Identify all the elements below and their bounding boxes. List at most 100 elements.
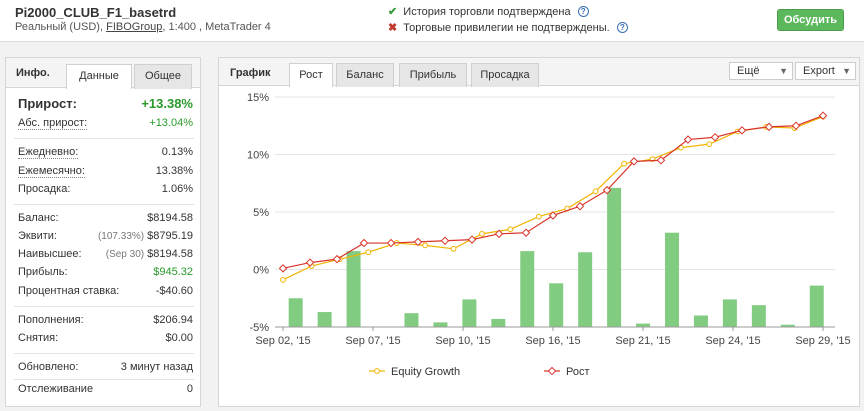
- data-bar: [607, 187, 622, 327]
- line-series: [278, 111, 828, 283]
- tab-data[interactable]: Данные: [66, 64, 132, 89]
- data-bar: [636, 323, 651, 327]
- interest-label: Процентная ставка:: [18, 285, 120, 297]
- series-line: [282, 115, 824, 281]
- data-point: [280, 276, 286, 283]
- profit-label: Прибыль:: [18, 266, 68, 278]
- help-icon[interactable]: ?: [616, 22, 628, 33]
- legend-label: Equity Growth: [391, 366, 460, 378]
- drawdown-row: Просадка: 1.06%: [18, 183, 193, 197]
- y-tick-label: 15%: [247, 92, 269, 104]
- withdrawals-label: Снятия:: [18, 332, 59, 344]
- legend-label: Рост: [566, 366, 590, 378]
- profit-value: $945.32: [153, 266, 193, 278]
- chart-panel: График Рост Баланс Прибыль Просадка Ещё …: [218, 57, 860, 407]
- chart-legend: Equity Growth Рост: [369, 366, 590, 378]
- deposits-value: $206.94: [153, 314, 193, 326]
- divider: [14, 306, 194, 307]
- data-bar: [693, 315, 708, 327]
- data-point: [479, 230, 485, 237]
- daily-label[interactable]: Ежедневно:: [18, 146, 79, 159]
- gain-value: +13.38%: [141, 96, 193, 111]
- divider: [14, 204, 194, 205]
- more-dropdown-label: Ещё: [737, 65, 760, 77]
- withdrawals-value: $0.00: [165, 332, 193, 344]
- export-dropdown-label: Export: [803, 65, 835, 77]
- drawdown-label: Просадка:: [18, 183, 71, 195]
- chevron-down-icon: ▼: [779, 66, 788, 76]
- tab-drawdown[interactable]: Просадка: [471, 63, 539, 87]
- tracking-row: Отслеживание 0: [18, 383, 193, 397]
- tab-profit[interactable]: Прибыль: [399, 63, 467, 87]
- more-dropdown[interactable]: Ещё ▼: [729, 62, 793, 80]
- x-tick-label: Sep 29, '15: [795, 335, 850, 347]
- tab-growth[interactable]: Рост: [289, 63, 333, 87]
- data-bar: [317, 312, 332, 327]
- data-point: [359, 238, 369, 248]
- data-bar: [520, 251, 535, 327]
- y-axis-labels: 15% 10% 5% 0% -5%: [247, 92, 269, 334]
- updated-label: Обновлено:: [18, 361, 79, 373]
- gain-label: Прирост:: [18, 96, 77, 111]
- updated-row: Обновлено: 3 минут назад: [18, 361, 193, 375]
- account-type: Реальный (USD),: [15, 21, 104, 33]
- balance-value: $8194.58: [147, 212, 193, 224]
- chevron-down-icon: ▼: [842, 66, 851, 76]
- gain-row: Прирост: +13.38%: [18, 96, 193, 111]
- data-point: [422, 242, 429, 249]
- data-point: [710, 133, 720, 142]
- deposits-row: Пополнения: $206.94: [18, 314, 193, 328]
- account-header: Pi2000_CLUB_F1_basetrd Реальный (USD), F…: [0, 0, 864, 42]
- abs-gain-label[interactable]: Абс. прирост:: [18, 117, 88, 130]
- highest-row: Наивысшее: (Sep 30) $8194.58: [18, 248, 193, 262]
- info-panel: Инфо. Данные Общее Прирост: +13.38% Абс.…: [5, 57, 201, 407]
- legend-marker: [547, 366, 557, 376]
- privileges-unverified-text: Торговые привилегии не подтверждены.: [403, 22, 610, 34]
- divider: [14, 379, 194, 380]
- interest-value: -$40.60: [155, 285, 193, 297]
- data-bar: [809, 285, 824, 327]
- tab-general[interactable]: Общее: [134, 64, 192, 89]
- abs-gain-row: Абс. прирост: +13.04%: [18, 117, 193, 131]
- x-tick-label: Sep 24, '15: [705, 335, 760, 347]
- daily-value: 0.13%: [161, 146, 193, 158]
- discuss-button[interactable]: Обсудить: [777, 9, 844, 31]
- data-bar: [491, 318, 506, 327]
- history-verified-status: ✔ История торговли подтверждена ?: [388, 5, 589, 18]
- chart-panel-header: График Рост Баланс Прибыль Просадка Ещё …: [219, 58, 859, 87]
- y-tick-label: -5%: [249, 322, 269, 334]
- check-icon: ✔: [388, 6, 398, 18]
- monthly-row: Ежемесячно: 13.38%: [18, 165, 193, 179]
- data-point: [706, 141, 713, 148]
- profit-row: Прибыль: $945.32: [18, 266, 193, 280]
- help-icon[interactable]: ?: [577, 6, 589, 17]
- data-bar: [549, 283, 564, 327]
- monthly-label[interactable]: Ежемесячно:: [18, 165, 85, 178]
- broker-link[interactable]: FIBOGroup: [106, 21, 162, 33]
- data-point: [592, 188, 599, 195]
- withdrawals-row: Снятия: $0.00: [18, 332, 193, 346]
- x-tick-label: Sep 02, '15: [255, 335, 310, 347]
- y-tick-label: 10%: [247, 150, 269, 162]
- history-verified-text: История торговли подтверждена: [403, 6, 571, 18]
- data-point: [535, 213, 542, 220]
- tracking-value: 0: [186, 383, 193, 395]
- data-bar: [404, 313, 419, 327]
- export-dropdown[interactable]: Export ▼: [795, 62, 856, 80]
- cross-icon: ✖: [388, 22, 398, 34]
- y-tick-label: 5%: [253, 207, 269, 219]
- tab-balance[interactable]: Баланс: [336, 63, 394, 87]
- data-bar: [346, 251, 361, 327]
- data-point: [450, 245, 457, 252]
- account-name: Pi2000_CLUB_F1_basetrd: [15, 5, 177, 20]
- legend-marker: [374, 368, 380, 374]
- data-bar: [578, 252, 593, 327]
- divider: [14, 138, 194, 139]
- x-tick-label: Sep 21, '15: [615, 335, 670, 347]
- x-axis-labels: Sep 02, '15 Sep 07, '15 Sep 10, '15 Sep 16,…: [255, 327, 851, 347]
- highest-value: $8194.58: [147, 248, 193, 260]
- growth-chart: 15%10%5%0%-5% Sep 02, '15 Sep 07, '15 Sep …: [247, 92, 851, 378]
- data-point: [440, 236, 450, 245]
- balance-row: Баланс: $8194.58: [18, 212, 193, 226]
- data-bar: [288, 298, 303, 327]
